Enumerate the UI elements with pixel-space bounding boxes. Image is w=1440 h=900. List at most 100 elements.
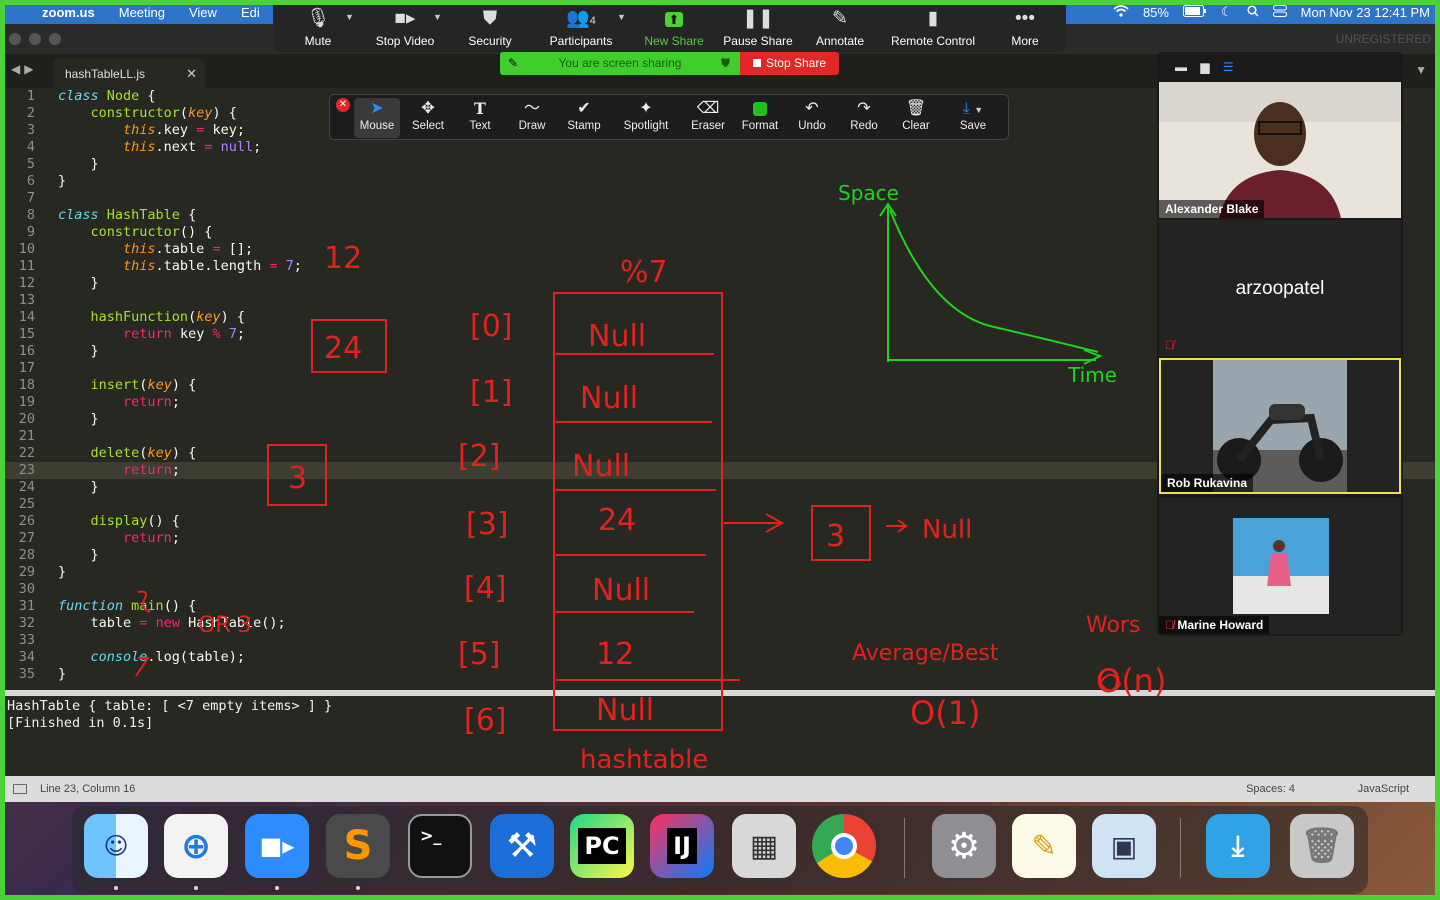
- dock-trash-icon[interactable]: 🗑: [1290, 814, 1354, 878]
- dock-zoom-icon[interactable]: ■▸: [245, 814, 309, 878]
- ellipsis-icon: •••: [1015, 8, 1035, 29]
- dock-separator: [1180, 818, 1181, 878]
- battery-icon[interactable]: [1182, 4, 1207, 20]
- file-tab[interactable]: hashTableLL.js ✕: [53, 59, 205, 88]
- tool-draw[interactable]: 〜 Draw: [510, 98, 554, 138]
- dock-terminal-icon[interactable]: >_: [408, 814, 472, 878]
- menu-clock[interactable]: Mon Nov 23 12:41 PM: [1301, 5, 1430, 20]
- tool-stamp[interactable]: ✔ Stamp: [562, 98, 606, 138]
- participant-tile[interactable]: Alexander Blake: [1159, 82, 1401, 218]
- control-center-icon[interactable]: [1272, 4, 1287, 20]
- window-minimize-button[interactable]: [29, 33, 41, 45]
- output-line: HashTable { table: [ <7 empty items> ] }: [7, 698, 333, 714]
- status-syntax[interactable]: JavaScript: [1358, 783, 1409, 795]
- trash-icon: 🗑: [905, 100, 927, 117]
- screen-share-banner: ✎ You are screen sharing ⛊ Stop Share: [500, 52, 839, 75]
- shield-check-icon: ⛊: [720, 56, 730, 70]
- tool-eraser[interactable]: ⌫ Eraser: [686, 98, 730, 138]
- output-line: [Finished in 0.1s]: [7, 715, 154, 731]
- shield-icon: ⛊: [482, 8, 498, 29]
- window-zoom-button[interactable]: [49, 33, 61, 45]
- dock-chrome-icon[interactable]: [812, 814, 876, 878]
- participants-button[interactable]: 👥4 Participants: [541, 4, 621, 52]
- dock-separator: [904, 818, 905, 878]
- dock-sublime-icon[interactable]: S: [326, 814, 390, 878]
- menu-view[interactable]: View: [177, 5, 229, 20]
- restore-icon[interactable]: ▆: [1200, 60, 1209, 74]
- muted-mic-icon: 🎙̸: [1165, 338, 1174, 352]
- participant-tile[interactable]: arzoopatel 🎙̸: [1159, 220, 1401, 356]
- tool-text[interactable]: T Text: [458, 98, 502, 138]
- dock-calculator-icon[interactable]: ▦: [732, 814, 796, 878]
- participants-icon: 👥4: [566, 8, 596, 29]
- running-indicator: [275, 886, 279, 890]
- screen-sharing-status[interactable]: ✎ You are screen sharing ⛊: [500, 52, 740, 75]
- grid-view-icon[interactable]: ☰: [1223, 60, 1234, 74]
- new-share-button[interactable]: ⬆ New Share: [641, 4, 707, 52]
- running-indicator: [114, 886, 118, 890]
- close-icon[interactable]: ✕: [336, 98, 350, 112]
- stop-video-button[interactable]: ■▸ Stop Video: [369, 4, 441, 52]
- tab-close-icon[interactable]: ✕: [186, 66, 197, 82]
- dock-downloads-icon[interactable]: ⤓: [1206, 814, 1270, 878]
- battery-percent: 85%: [1142, 4, 1169, 20]
- zoom-meeting-toolbar: 🎙 Mute ▼ ■▸ Stop Video ▼ ⛊ Security 👥4 P…: [273, 4, 1066, 52]
- dock-preview-icon[interactable]: ▣: [1092, 814, 1156, 878]
- spotlight-search-icon[interactable]: [1247, 4, 1259, 20]
- do-not-disturb-icon[interactable]: ☾: [1221, 4, 1233, 20]
- undo-icon: ↶: [805, 100, 819, 117]
- tool-select[interactable]: ✥ Select: [406, 98, 450, 138]
- build-output-panel: HashTable { table: [ <7 empty items> ] }…: [5, 696, 1435, 776]
- dock-safari-icon[interactable]: ⊕: [164, 814, 228, 878]
- menu-meeting[interactable]: Meeting: [107, 5, 177, 20]
- pencil-icon: ✎: [508, 56, 519, 70]
- color-swatch-icon: [753, 101, 767, 116]
- more-button[interactable]: ••• More: [1003, 4, 1047, 52]
- participant-tile[interactable]: 🎙̸ Marine Howard: [1159, 498, 1401, 634]
- tab-nav-arrows-icon[interactable]: ◀▶: [11, 62, 37, 76]
- tool-clear[interactable]: 🗑 Clear: [894, 98, 938, 138]
- tool-spotlight[interactable]: ✦ Spotlight: [618, 98, 674, 138]
- checkmark-icon: ✔: [577, 100, 591, 117]
- stop-share-button[interactable]: Stop Share: [740, 52, 839, 75]
- dock-system-preferences-icon[interactable]: ⚙: [932, 814, 996, 878]
- dock-intellij-icon[interactable]: IJ: [650, 814, 714, 878]
- editor-statusbar: Line 23, Column 16 Spaces: 4 JavaScript: [5, 776, 1435, 802]
- chevron-down-icon[interactable]: ▼: [433, 12, 442, 22]
- mute-button[interactable]: 🎙 Mute: [289, 4, 347, 52]
- cursor-arrow-icon: ➤: [370, 100, 384, 117]
- window-close-button[interactable]: [9, 33, 21, 45]
- microphone-icon: 🎙: [305, 8, 331, 29]
- status-indentation[interactable]: Spaces: 4: [1246, 783, 1295, 795]
- menu-app-name[interactable]: zoom.us: [30, 5, 107, 20]
- share-arrow-icon: ⬆: [641, 4, 707, 34]
- pause-share-button[interactable]: ❚❚ Pause Share: [721, 4, 795, 52]
- dock-finder-icon[interactable]: ☺: [84, 814, 148, 878]
- annotate-button[interactable]: ✎ Annotate: [811, 4, 869, 52]
- tool-redo[interactable]: ↷ Redo: [842, 98, 886, 138]
- participant-count: 4: [589, 15, 596, 27]
- panel-toggle-icon[interactable]: [13, 784, 27, 794]
- running-indicator: [194, 886, 198, 890]
- security-button[interactable]: ⛊ Security: [461, 4, 519, 52]
- video-panel-controls: ▬ ▆ ☰: [1175, 60, 1234, 74]
- participant-video-panel: ▬ ▆ ☰ Alexander Blake arzoopatel 🎙̸ Rob …: [1157, 52, 1403, 636]
- dock-textedit-icon[interactable]: ✎: [1012, 814, 1076, 878]
- chevron-down-icon[interactable]: ▼: [345, 12, 354, 22]
- tool-save[interactable]: ⤓ ▼ Save: [946, 98, 1000, 138]
- dock-pycharm-icon[interactable]: PC: [570, 814, 634, 878]
- participant-tile-active[interactable]: Rob Rukavina: [1159, 358, 1401, 494]
- minimize-icon[interactable]: ▬: [1175, 60, 1187, 74]
- dock-xcode-icon[interactable]: ⚒: [490, 814, 554, 878]
- tab-dropdown-icon[interactable]: ▼: [1415, 63, 1427, 77]
- tool-format[interactable]: Format: [738, 98, 782, 138]
- remote-control-button[interactable]: ▮ Remote Control: [885, 4, 981, 52]
- pause-icon: ❚❚: [742, 8, 774, 29]
- chevron-down-icon[interactable]: ▼: [617, 12, 626, 22]
- tool-mouse[interactable]: ➤ Mouse: [354, 98, 400, 138]
- wifi-icon[interactable]: [1113, 4, 1129, 20]
- menu-extras: 85% ☾ Mon Nov 23 12:41 PM: [1113, 0, 1430, 24]
- muted-mic-icon: 🎙̸: [1165, 618, 1178, 632]
- menu-edit[interactable]: Edi: [229, 5, 272, 20]
- tool-undo[interactable]: ↶ Undo: [790, 98, 834, 138]
